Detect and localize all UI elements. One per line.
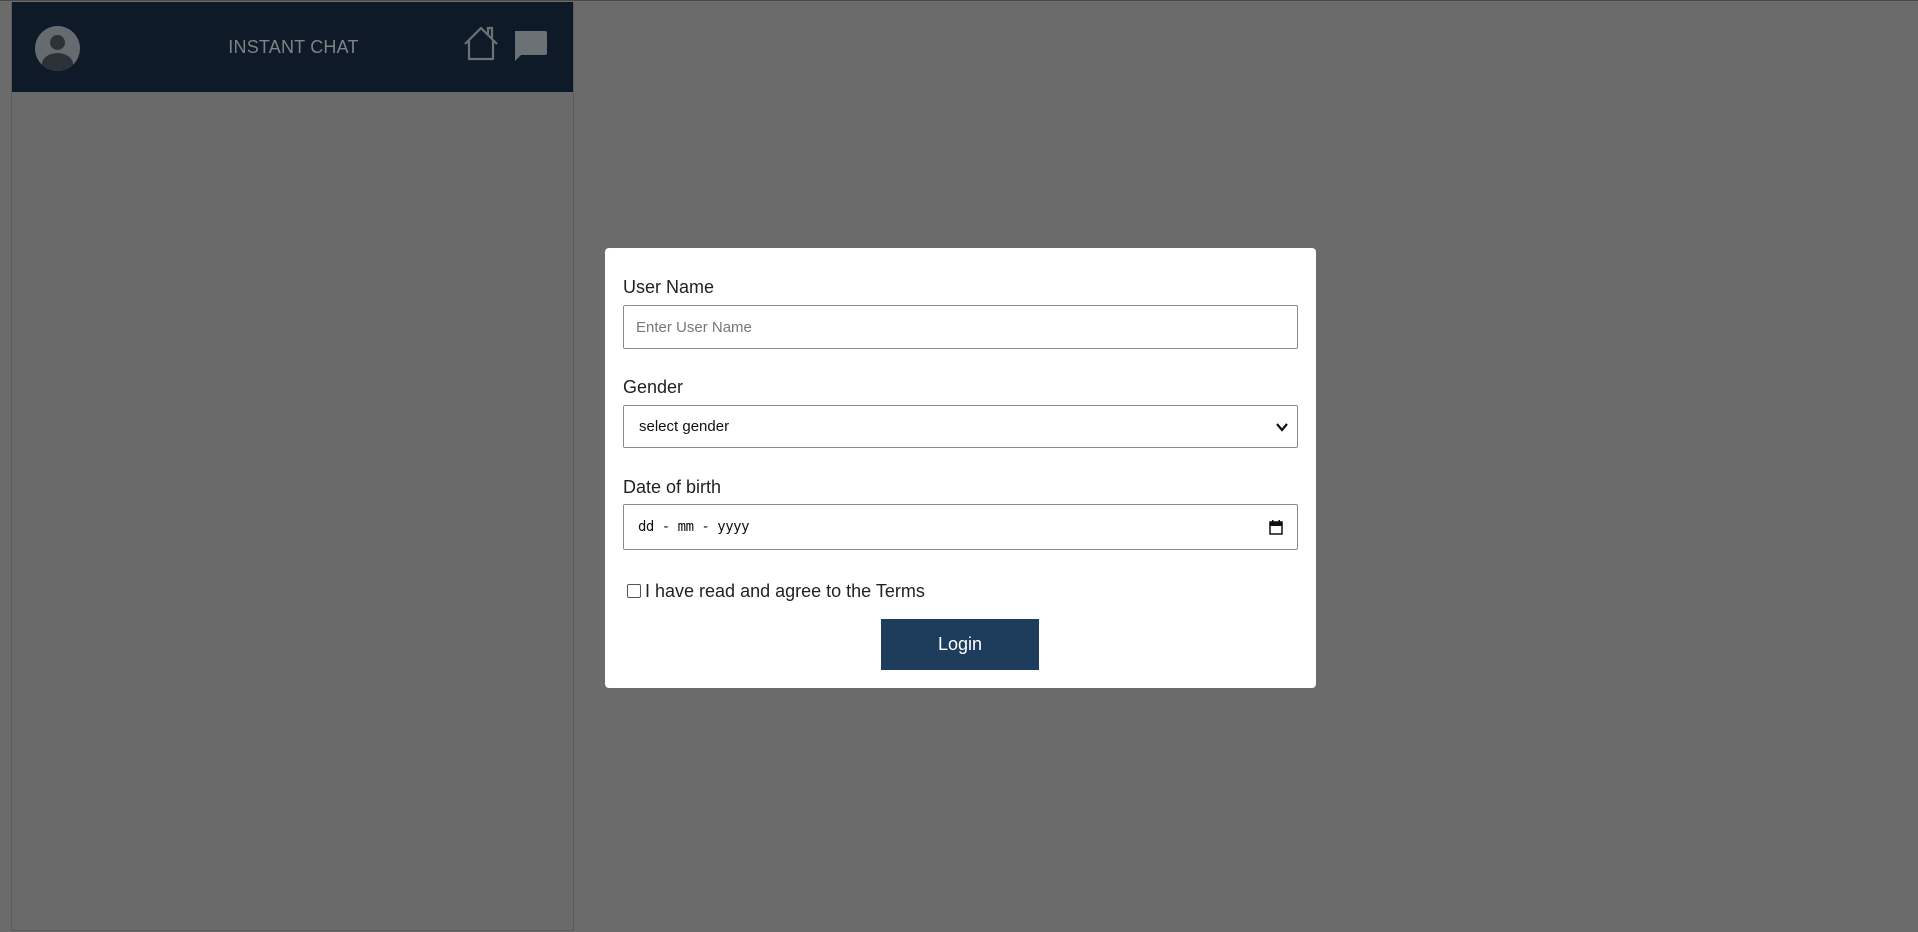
home-icon[interactable] <box>461 24 501 62</box>
gender-label: Gender <box>623 377 684 397</box>
calendar-icon[interactable] <box>1269 520 1283 535</box>
chat-panel: INSTANT CHAT <box>11 2 574 931</box>
dob-input[interactable]: dd - mm - yyyy <box>623 504 1298 550</box>
dob-label: Date of birth <box>623 477 722 497</box>
chevron-down-icon <box>1276 423 1288 432</box>
chat-header: INSTANT CHAT <box>12 2 573 92</box>
gender-selected-value: select gender <box>639 418 730 435</box>
chat-bubble-icon[interactable] <box>511 28 549 64</box>
window-top-border <box>0 0 1918 1</box>
login-button[interactable]: Login <box>881 619 1039 670</box>
gender-select[interactable]: select gender <box>623 405 1298 448</box>
login-modal: User Name Gender select gender Date of b… <box>605 248 1316 688</box>
terms-label[interactable]: I have read and agree to the Terms <box>645 581 925 602</box>
username-input[interactable] <box>623 305 1298 349</box>
dob-placeholder: dd - mm - yyyy <box>638 519 750 535</box>
terms-checkbox[interactable] <box>627 584 641 598</box>
username-label: User Name <box>623 277 715 297</box>
